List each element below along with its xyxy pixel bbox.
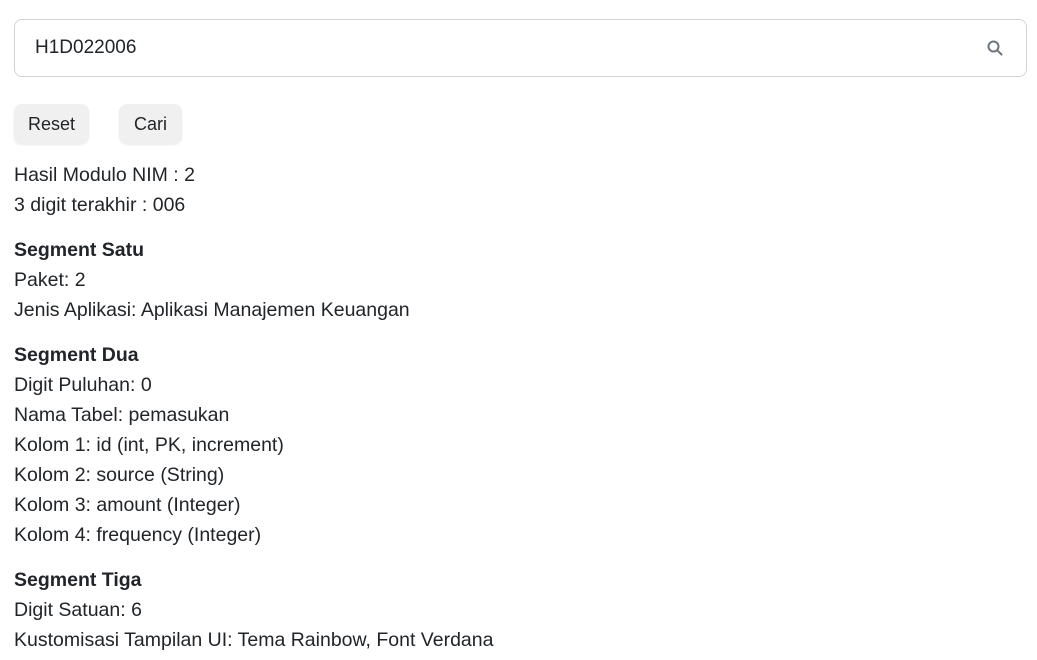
segment-satu-title: Segment Satu: [14, 239, 145, 261]
search-input[interactable]: [15, 20, 975, 76]
search-icon[interactable]: [986, 39, 1004, 57]
segment-dua-kolom-2: Kolom 2: source (String): [14, 464, 225, 486]
cari-button[interactable]: Cari: [119, 104, 182, 144]
segment-tiga-digit-satuan: Digit Satuan: 6: [14, 599, 142, 621]
segment-satu-jenis-aplikasi: Jenis Aplikasi: Aplikasi Manajemen Keuan…: [14, 299, 410, 321]
segment-tiga-kustomisasi: Kustomisasi Tampilan UI: Tema Rainbow, F…: [14, 629, 494, 651]
segment-dua-kolom-3: Kolom 3: amount (Integer): [14, 494, 241, 516]
segment-satu: Segment Satu Paket: 2 Jenis Aplikasi: Ap…: [14, 235, 1014, 325]
result-panel: Hasil Modulo NIM : 2 3 digit terakhir : …: [14, 160, 1014, 655]
segment-dua-kolom-4: Kolom 4: frequency (Integer): [14, 524, 262, 546]
segment-tiga-title: Segment Tiga: [14, 569, 142, 591]
last-digits-result: 3 digit terakhir : 006: [14, 194, 186, 216]
segment-dua: Segment Dua Digit Puluhan: 0 Nama Tabel:…: [14, 340, 1014, 550]
search-bar: [14, 19, 1027, 77]
segment-dua-kolom-1: Kolom 1: id (int, PK, increment): [14, 434, 284, 456]
segment-dua-nama-tabel: Nama Tabel: pemasukan: [14, 404, 230, 426]
reset-button[interactable]: Reset: [14, 104, 89, 144]
modulo-result: Hasil Modulo NIM : 2: [14, 164, 195, 186]
segment-satu-paket: Paket: 2: [14, 269, 86, 291]
segment-dua-digit-puluhan: Digit Puluhan: 0: [14, 374, 152, 396]
segment-dua-title: Segment Dua: [14, 344, 139, 366]
segment-tiga: Segment Tiga Digit Satuan: 6 Kustomisasi…: [14, 565, 1014, 655]
